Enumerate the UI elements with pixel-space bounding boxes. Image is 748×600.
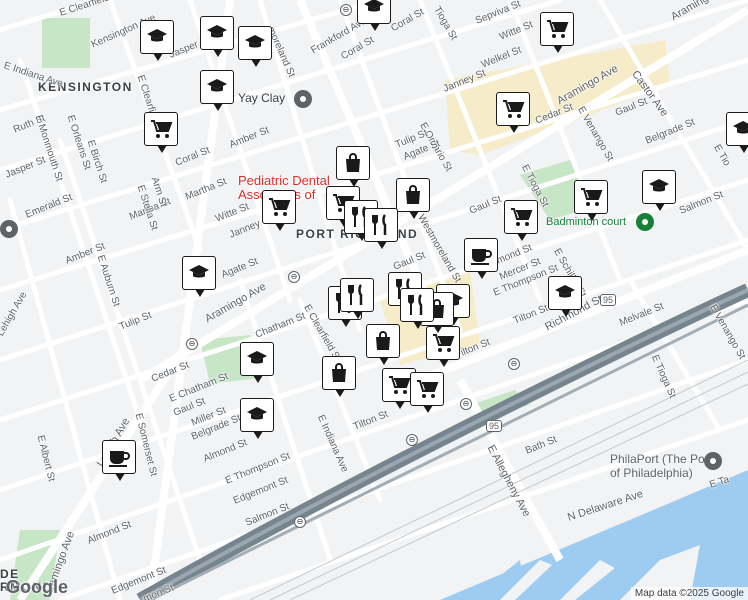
school-icon [189,265,209,278]
shopping-cart-icon [269,198,291,216]
fork-knife-icon [372,214,387,235]
transit-stop-icon[interactable]: ⊖ [406,434,418,446]
school-icon [364,0,384,12]
shopping-bag-icon [406,185,420,204]
coffee-cup-icon [471,249,492,265]
pin-left-edge[interactable] [0,220,18,238]
shopping-cart-icon [503,100,525,118]
school-marker[interactable] [726,112,748,153]
school-icon [147,29,167,42]
poi-yay-clay[interactable]: Yay Clay [238,91,285,105]
park-top-left [42,18,90,68]
school-icon [733,121,748,134]
map-attribution[interactable]: Map data ©2025 Google [630,587,748,600]
pin-philaport[interactable] [704,452,722,470]
coffee-cup-icon [109,451,130,467]
school-marker[interactable] [240,398,274,439]
school-icon [207,25,227,38]
transit-stop-icon[interactable]: ⊖ [340,4,352,16]
transit-stop-icon[interactable]: ⊖ [294,516,306,528]
school-marker[interactable] [140,20,174,61]
cafe-marker[interactable] [102,440,136,481]
school-icon [207,79,227,92]
restaurant-marker[interactable] [340,278,374,319]
google-logo[interactable]: Google [6,577,68,598]
school-icon [245,35,265,48]
school-marker[interactable] [200,16,234,57]
shopping-cart-icon [417,380,439,398]
map-canvas[interactable]: KENSINGTON PORT RICHMOND DE RMOND E Clea… [0,0,748,600]
transit-stop-icon[interactable]: ⊖ [186,338,198,350]
shopping-cart-icon [511,208,533,226]
restaurant-marker[interactable] [400,288,434,329]
restaurant-marker[interactable] [364,208,398,249]
grocery-marker[interactable] [574,180,608,221]
school-marker[interactable] [240,342,274,383]
shopping-cart-icon [581,188,603,206]
poi-philaport[interactable]: PhilaPort (The Port of Philadelphia) [610,452,712,480]
transit-stop-icon[interactable]: ⊖ [460,398,472,410]
road-network [0,0,748,600]
fork-knife-icon [408,294,423,315]
shopping-bag-icon [346,153,360,172]
grocery-marker[interactable] [426,326,460,367]
pin-badminton-court[interactable] [636,213,654,231]
pin-yay-clay[interactable] [294,90,312,108]
school-marker[interactable] [357,0,391,31]
shopping-marker[interactable] [322,356,356,397]
shopping-cart-icon [389,376,411,394]
school-marker[interactable] [238,26,272,67]
grocery-marker[interactable] [410,372,444,413]
shopping-bag-icon [376,331,390,350]
grocery-marker[interactable] [496,92,530,133]
school-icon [247,351,267,364]
school-marker[interactable] [200,70,234,111]
shopping-marker[interactable] [366,324,400,365]
cafe-marker[interactable] [464,238,498,279]
transit-stop-icon[interactable]: ⊖ [508,358,520,370]
school-icon [247,407,267,420]
fork-knife-icon [348,284,363,305]
grocery-marker[interactable] [262,190,296,231]
shopping-cart-icon [433,334,455,352]
school-marker[interactable] [548,276,582,317]
school-marker[interactable] [642,170,676,211]
shopping-marker[interactable] [336,146,370,187]
shopping-bag-icon [332,363,346,382]
shopping-cart-icon [547,20,569,38]
school-icon [555,285,575,298]
school-icon [649,179,669,192]
shopping-marker[interactable] [396,178,430,219]
grocery-marker[interactable] [540,12,574,53]
shopping-cart-icon [151,120,173,138]
grocery-marker[interactable] [504,200,538,241]
grocery-marker[interactable] [144,112,178,153]
school-marker[interactable] [182,256,216,297]
transit-stop-icon[interactable]: ⊖ [288,271,300,283]
